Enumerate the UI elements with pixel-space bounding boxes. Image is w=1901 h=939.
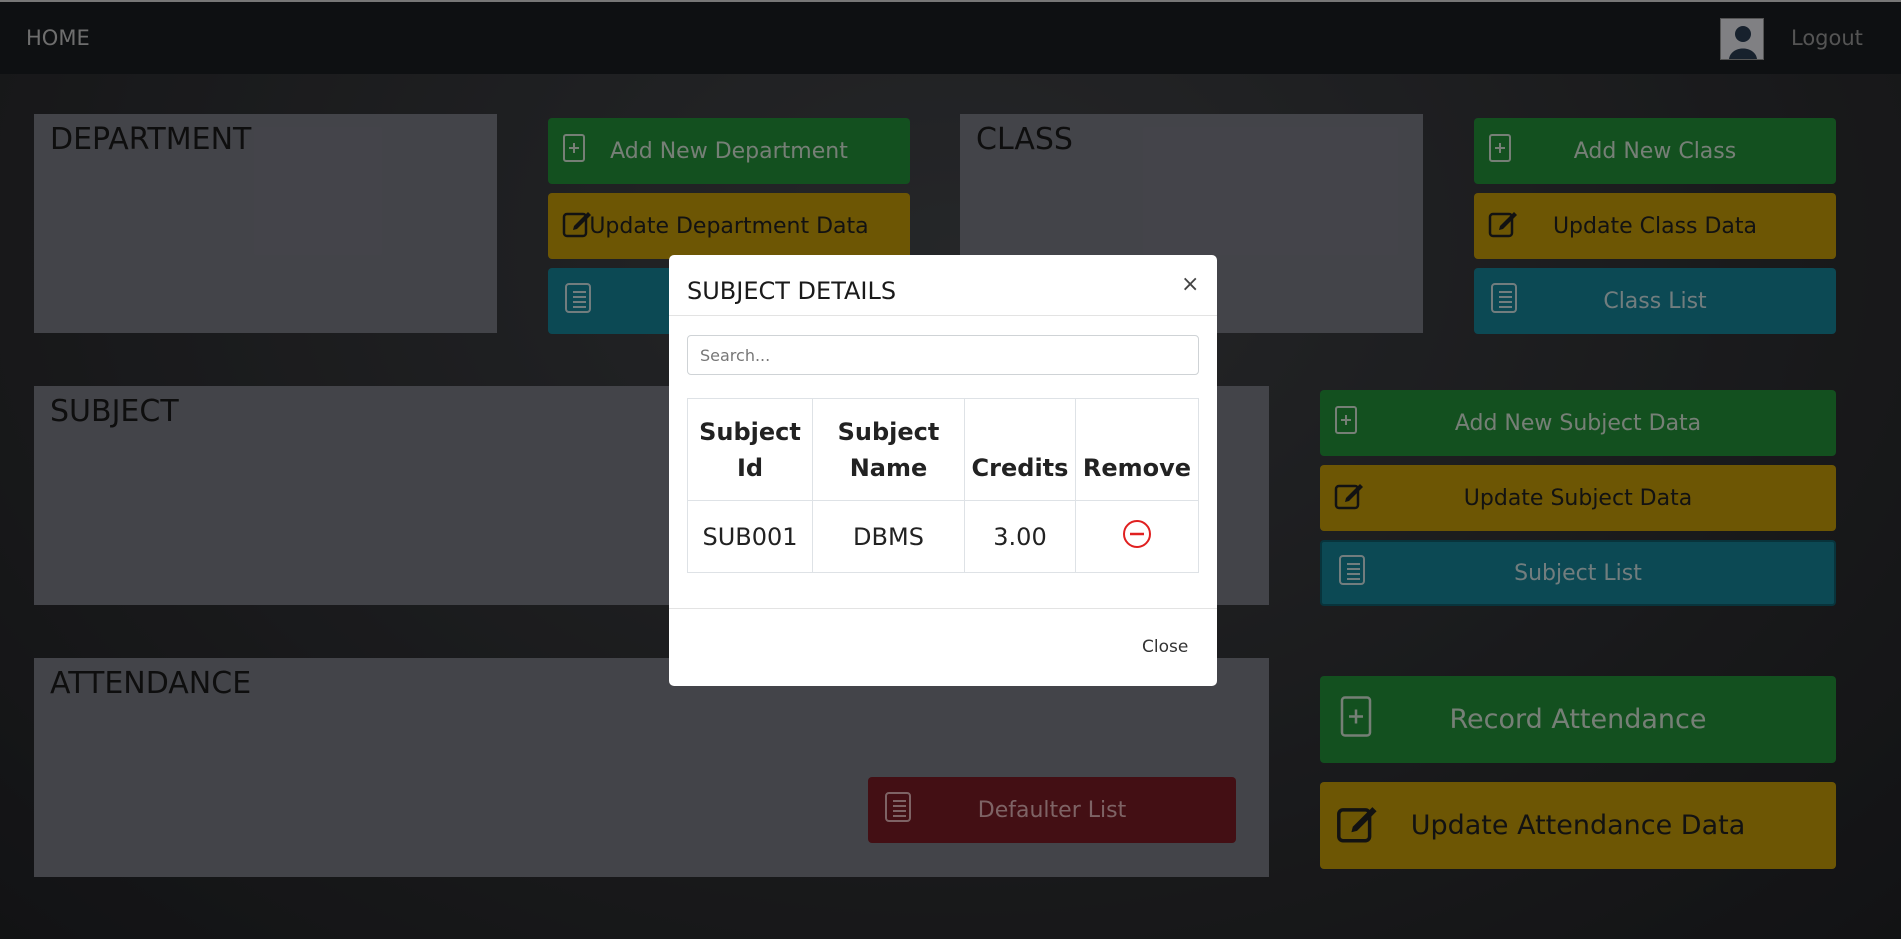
remove-circle-icon[interactable] bbox=[1121, 518, 1153, 556]
cell-credits: 3.00 bbox=[964, 500, 1076, 573]
modal-footer-divider bbox=[669, 608, 1217, 609]
cell-subject-id: SUB001 bbox=[687, 500, 813, 573]
search-input[interactable] bbox=[687, 335, 1199, 375]
close-button[interactable]: Close bbox=[1142, 637, 1188, 657]
column-header-subject-name: Subject Name bbox=[812, 398, 965, 501]
column-header-subject-id: Subject Id bbox=[687, 398, 813, 501]
close-icon[interactable]: × bbox=[1181, 272, 1199, 297]
cell-subject-name: DBMS bbox=[812, 500, 965, 573]
table-row: SUB001 DBMS 3.00 bbox=[687, 500, 1199, 573]
modal-header-divider bbox=[669, 315, 1217, 316]
cell-remove bbox=[1075, 500, 1199, 573]
column-header-remove: Remove bbox=[1075, 398, 1199, 501]
modal-title: SUBJECT DETAILS bbox=[687, 277, 897, 305]
subject-details-modal: SUBJECT DETAILS × Subject Id Subject Nam… bbox=[669, 255, 1217, 686]
column-header-credits: Credits bbox=[964, 398, 1076, 501]
table-header-row: Subject Id Subject Name Credits Remove bbox=[687, 398, 1199, 501]
subject-table: Subject Id Subject Name Credits Remove S… bbox=[687, 398, 1199, 573]
